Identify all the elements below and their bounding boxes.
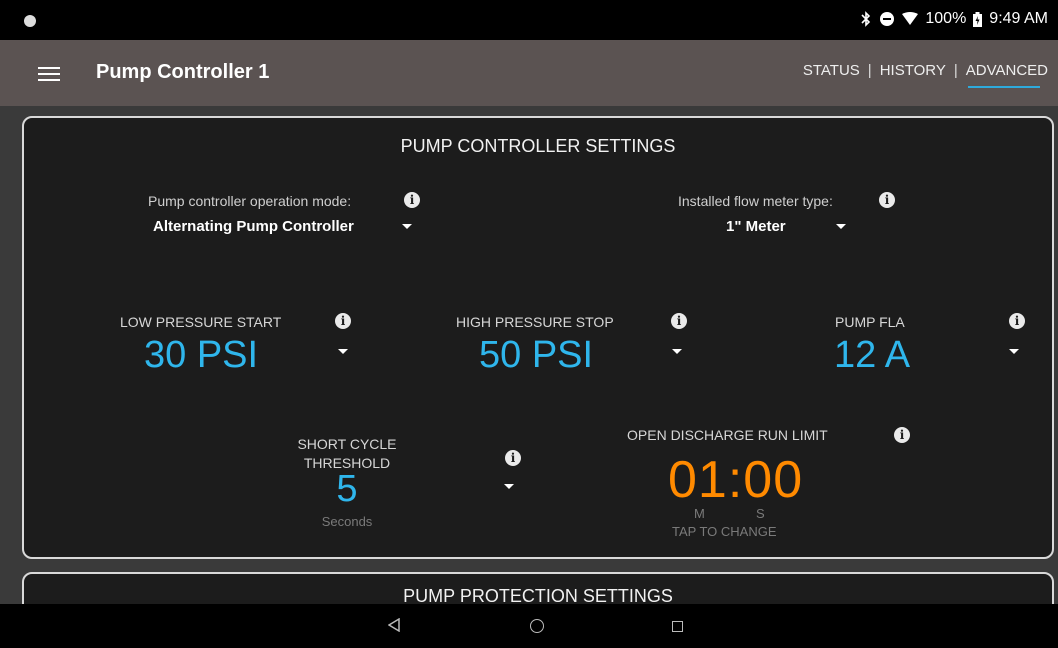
pump-fla-label: PUMP FLA [835, 314, 905, 330]
flow-meter-select[interactable]: 1" Meter [726, 218, 786, 235]
camera-dot-icon [24, 15, 36, 27]
card-title: PUMP CONTROLLER SETTINGS [400, 136, 676, 156]
bluetooth-icon [860, 11, 872, 27]
tab-status[interactable]: STATUS [803, 62, 860, 85]
high-pressure-dropdown-icon[interactable] [672, 349, 682, 354]
pump-controller-settings-card: PUMP CONTROLLER SETTINGS Pump controller… [22, 116, 1054, 559]
short-cycle-unit: Seconds [321, 514, 373, 529]
open-discharge-timer[interactable]: 01:00 [668, 450, 803, 510]
tab-bar: STATUS | HISTORY | ADVANCED [803, 62, 1048, 88]
operation-mode-dropdown-icon[interactable] [402, 224, 412, 229]
card-title: PUMP PROTECTION SETTINGS [403, 586, 673, 604]
wifi-icon [902, 12, 919, 26]
home-icon[interactable] [530, 619, 544, 633]
high-pressure-stop-value[interactable]: 50 PSI [479, 334, 593, 377]
menu-icon[interactable] [38, 67, 60, 81]
seconds-label: S [756, 506, 765, 521]
pump-fla-dropdown-icon[interactable] [1009, 349, 1019, 354]
do-not-disturb-icon [879, 11, 895, 27]
tab-advanced[interactable]: ADVANCED [966, 62, 1048, 88]
tab-separator: | [953, 62, 958, 79]
battery-percent: 100% [925, 10, 967, 27]
low-pressure-info-icon[interactable]: i [335, 313, 351, 329]
low-pressure-dropdown-icon[interactable] [338, 349, 348, 354]
short-cycle-info-icon[interactable]: i [505, 450, 521, 466]
back-icon[interactable] [387, 617, 400, 637]
tap-to-change-hint: TAP TO CHANGE [672, 524, 777, 539]
operation-mode-select[interactable]: Alternating Pump Controller [153, 218, 354, 235]
tab-history[interactable]: HISTORY [880, 62, 946, 85]
high-pressure-info-icon[interactable]: i [671, 313, 687, 329]
high-pressure-stop-label: HIGH PRESSURE STOP [456, 314, 614, 330]
flow-meter-label: Installed flow meter type: [678, 193, 833, 209]
app-bar: Pump Controller 1 STATUS | HISTORY | ADV… [0, 40, 1058, 106]
tab-separator: | [867, 62, 872, 79]
recents-icon[interactable] [672, 621, 683, 632]
minutes-label: M [694, 506, 705, 521]
status-icons: 100% 9:49 AM [860, 10, 1048, 28]
system-nav-bar [0, 604, 1058, 648]
pump-protection-settings-card: PUMP PROTECTION SETTINGS [22, 572, 1054, 604]
clock: 9:49 AM [989, 10, 1048, 27]
pump-fla-info-icon[interactable]: i [1009, 313, 1025, 329]
pump-fla-value[interactable]: 12 A [834, 334, 910, 377]
settings-content[interactable]: PUMP CONTROLLER SETTINGS Pump controller… [0, 106, 1058, 604]
low-pressure-start-value[interactable]: 30 PSI [144, 334, 258, 377]
page-title: Pump Controller 1 [96, 61, 270, 83]
flow-meter-dropdown-icon[interactable] [836, 224, 846, 229]
operation-mode-label: Pump controller operation mode: [148, 193, 352, 209]
battery-icon [973, 11, 983, 27]
flow-meter-info-icon[interactable]: i [879, 192, 895, 208]
open-discharge-info-icon[interactable]: i [894, 427, 910, 443]
short-cycle-value[interactable]: 5 [292, 468, 402, 511]
low-pressure-start-label: LOW PRESSURE START [120, 314, 282, 330]
short-cycle-dropdown-icon[interactable] [504, 484, 514, 489]
short-cycle-label-line1: SHORT CYCLE [297, 436, 397, 452]
status-bar: 100% 9:49 AM [0, 0, 1058, 40]
operation-mode-info-icon[interactable]: i [404, 192, 420, 208]
open-discharge-label: OPEN DISCHARGE RUN LIMIT [627, 427, 828, 443]
